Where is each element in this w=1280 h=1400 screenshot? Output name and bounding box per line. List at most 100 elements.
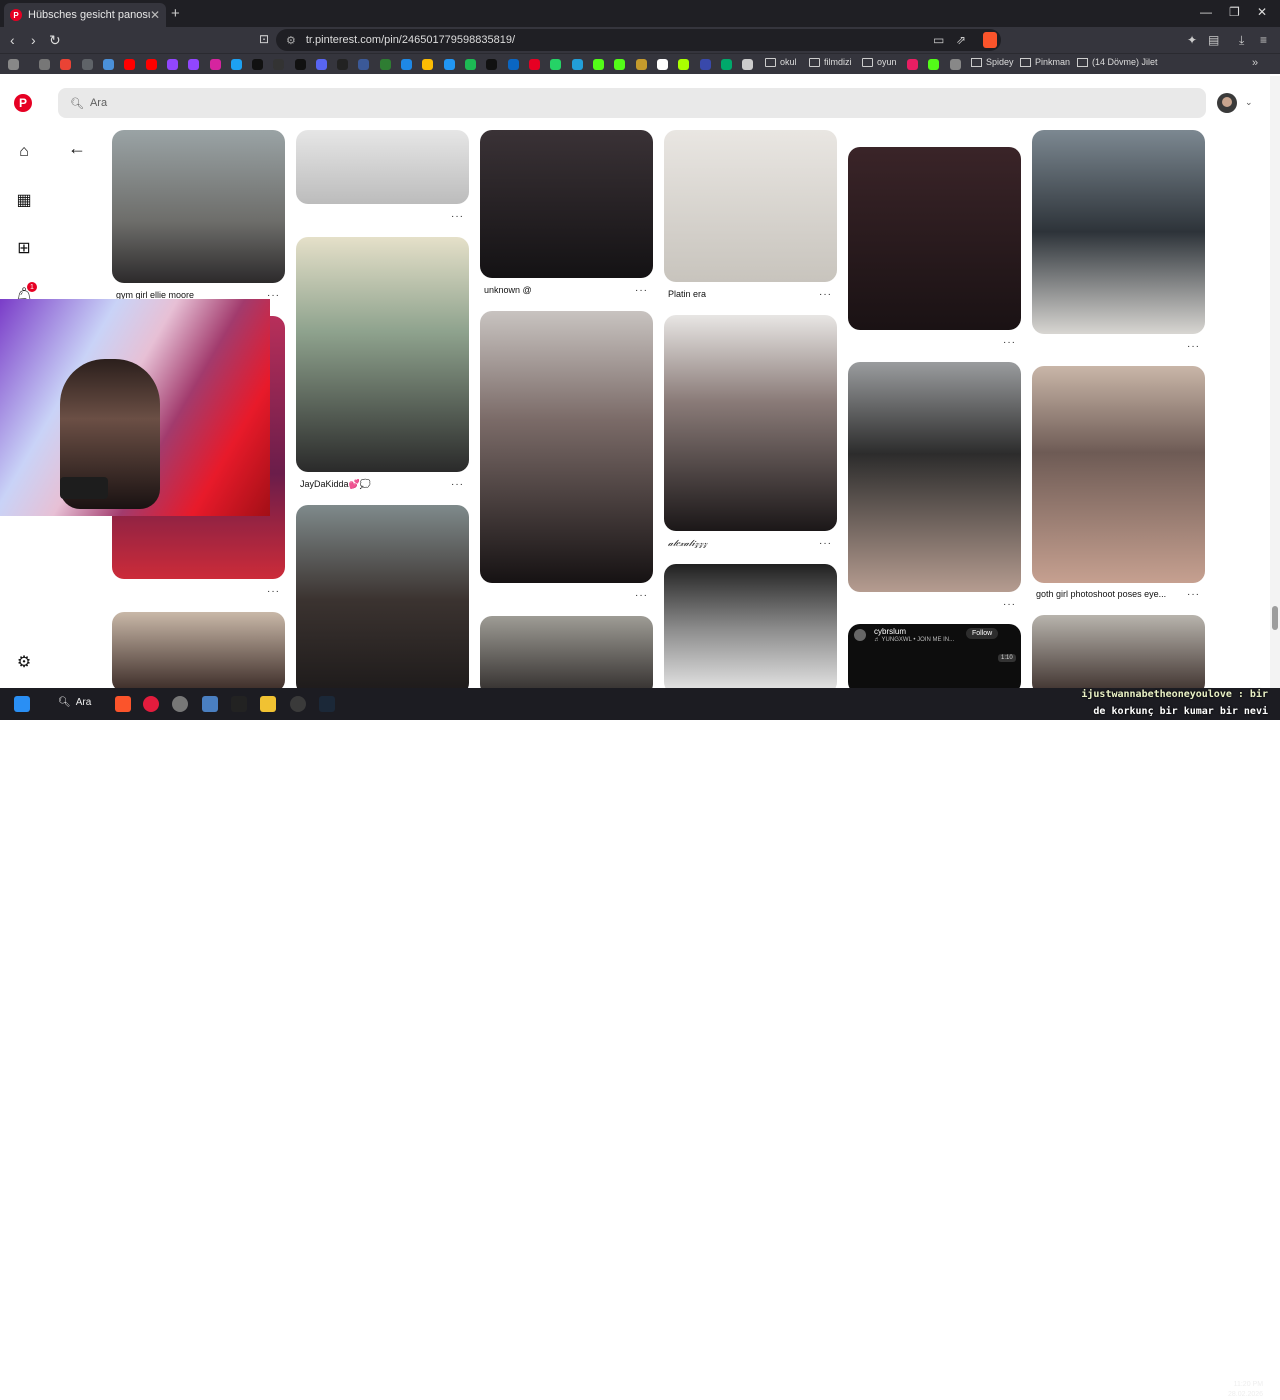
- kick-icon[interactable]: [593, 59, 604, 70]
- forward-icon[interactable]: ›: [31, 32, 36, 48]
- bookmark-icon[interactable]: ⊡: [259, 32, 269, 46]
- site-settings-icon[interactable]: ⚙: [286, 34, 296, 47]
- obs-icon[interactable]: [290, 696, 306, 712]
- follow-button[interactable]: Follow: [966, 628, 999, 639]
- new-tab-button[interactable]: +: [171, 5, 180, 22]
- pin-image[interactable]: [1032, 130, 1205, 334]
- more-bookmarks-icon[interactable]: »: [1252, 57, 1258, 69]
- bookmark-pinkman[interactable]: Pinkman: [1020, 57, 1070, 67]
- photos-icon[interactable]: [202, 696, 218, 712]
- bookmark-icon[interactable]: [337, 59, 348, 70]
- pin-image[interactable]: [112, 612, 285, 688]
- tab-close-icon[interactable]: ✕: [150, 8, 160, 22]
- pin-more-icon[interactable]: ···: [819, 289, 832, 300]
- reload-icon[interactable]: ↻: [49, 32, 61, 49]
- apps-icon[interactable]: [8, 59, 19, 70]
- video-ad-pin[interactable]: cybrslum ♬ YUNGXWL • JOIN ME IN... Follo…: [848, 624, 1021, 688]
- pin-image[interactable]: [296, 237, 469, 472]
- spotify-icon[interactable]: [465, 59, 476, 70]
- x-icon[interactable]: [252, 59, 263, 70]
- media-player-icon[interactable]: [143, 696, 159, 712]
- bookmark-icon[interactable]: [721, 59, 732, 70]
- bookmark-icon[interactable]: [358, 59, 369, 70]
- bookmark-icon[interactable]: [103, 59, 114, 70]
- bookmark-spidey[interactable]: Spidey: [971, 57, 1014, 67]
- pin-title[interactable]: 𝒶𝓁𝑒𝓍𝒶𝓁𝒾𝓏𝓏𝓏: [668, 538, 707, 549]
- whatsapp-icon[interactable]: [550, 59, 561, 70]
- app-icon[interactable]: [172, 696, 188, 712]
- pin-title[interactable]: unknown @: [484, 285, 532, 295]
- pin-more-icon[interactable]: ···: [819, 538, 832, 549]
- home-icon[interactable]: ⌂: [14, 142, 34, 162]
- restore-icon[interactable]: ❐: [1229, 5, 1240, 19]
- bookmark-icon[interactable]: [950, 59, 961, 70]
- windows-start-icon[interactable]: [14, 696, 30, 712]
- file-explorer-icon[interactable]: [260, 696, 276, 712]
- bookmark-folder-okul[interactable]: okul: [765, 57, 797, 67]
- bookmark-icon[interactable]: [444, 59, 455, 70]
- bookmark-icon[interactable]: [742, 59, 753, 70]
- steam-icon[interactable]: [319, 696, 335, 712]
- pin-title[interactable]: Platin era: [668, 289, 706, 299]
- bookmark-icon[interactable]: [678, 59, 689, 70]
- google-icon[interactable]: [60, 59, 71, 70]
- bookmark-icon[interactable]: [273, 59, 284, 70]
- download-icon[interactable]: ⤓: [1239, 33, 1244, 48]
- scrollbar-thumb[interactable]: [1272, 606, 1278, 630]
- address-bar[interactable]: ⚙ tr.pinterest.com/pin/24650177959883581…: [276, 29, 1001, 51]
- pin-image[interactable]: [480, 311, 653, 583]
- pin-more-icon[interactable]: ···: [1187, 589, 1200, 600]
- pinterest-icon[interactable]: [529, 59, 540, 70]
- bookmark-icon[interactable]: [700, 59, 711, 70]
- avatar[interactable]: [1217, 93, 1237, 113]
- bookmark-icon[interactable]: [486, 59, 497, 70]
- history-icon[interactable]: [39, 59, 50, 70]
- pin-image[interactable]: [296, 130, 469, 204]
- pin-image[interactable]: [1032, 615, 1205, 688]
- app-icon[interactable]: [231, 696, 247, 712]
- pin-more-icon[interactable]: ···: [1187, 341, 1200, 352]
- bookmark-icon[interactable]: [657, 59, 668, 70]
- bookmark-icon[interactable]: [401, 59, 412, 70]
- pinterest-logo[interactable]: P: [14, 94, 32, 112]
- bookmark-icon[interactable]: [508, 59, 519, 70]
- search-input[interactable]: 🔍︎ Ara: [58, 88, 1206, 118]
- kick-icon[interactable]: [928, 59, 939, 70]
- menu-icon[interactable]: ≡: [1260, 33, 1267, 47]
- youtube-icon[interactable]: [146, 59, 157, 70]
- brave-icon[interactable]: [115, 696, 131, 712]
- pin-title[interactable]: goth girl photoshoot poses eye...: [1036, 589, 1166, 599]
- create-icon[interactable]: ⊞: [14, 238, 34, 258]
- pin-more-icon[interactable]: ···: [451, 479, 464, 490]
- pin-image[interactable]: [848, 147, 1021, 330]
- pin-more-icon[interactable]: ···: [635, 285, 648, 296]
- back-icon[interactable]: ‹: [10, 32, 15, 48]
- instagram-icon[interactable]: [210, 59, 221, 70]
- bookmark-folder-oyun[interactable]: oyun: [862, 57, 897, 67]
- pin-more-icon[interactable]: ···: [1003, 337, 1016, 348]
- pin-more-icon[interactable]: ···: [635, 590, 648, 601]
- drive-icon[interactable]: [422, 59, 433, 70]
- pin-more-icon[interactable]: ···: [1003, 599, 1016, 610]
- back-arrow-icon[interactable]: ←: [68, 138, 86, 159]
- browser-tab[interactable]: P Hübsches gesicht panosundaki P ✕: [4, 3, 166, 27]
- pin-title[interactable]: JayDaKidda💕💭: [300, 479, 371, 490]
- discord-icon[interactable]: [316, 59, 327, 70]
- bookmark-icon[interactable]: [907, 59, 918, 70]
- pin-image[interactable]: [1032, 366, 1205, 583]
- telegram-icon[interactable]: [572, 59, 583, 70]
- pin-image[interactable]: [112, 130, 285, 283]
- pin-more-icon[interactable]: ···: [267, 586, 280, 597]
- twitch-icon[interactable]: [188, 59, 199, 70]
- youtube-icon[interactable]: [124, 59, 135, 70]
- pin-more-icon[interactable]: ···: [451, 211, 464, 222]
- pin-image[interactable]: [480, 130, 653, 278]
- explore-icon[interactable]: ▦: [14, 190, 34, 210]
- chevron-down-icon[interactable]: ⌄: [1245, 97, 1253, 108]
- bookmark-icon[interactable]: [231, 59, 242, 70]
- tiktok-icon[interactable]: [295, 59, 306, 70]
- twitch-icon[interactable]: [167, 59, 178, 70]
- close-window-icon[interactable]: ✕: [1257, 5, 1267, 19]
- bookmark-icon[interactable]: [636, 59, 647, 70]
- sidebar-icon[interactable]: ▤: [1208, 33, 1219, 47]
